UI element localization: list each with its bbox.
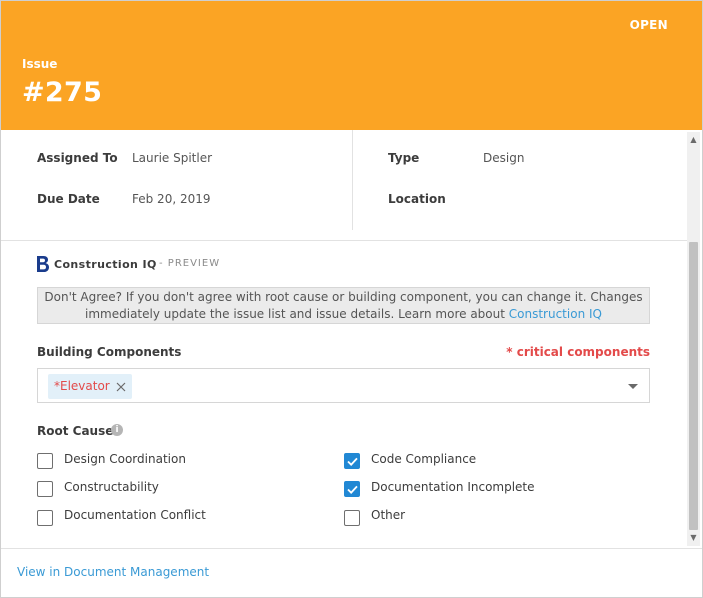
construction-iq-note: Don't Agree? If you don't agree with roo… [37,287,650,324]
building-components-label: Building Components [37,345,182,359]
documentation-incomplete-label[interactable]: Documentation Incomplete [371,480,535,494]
view-in-document-management-link[interactable]: View in Document Management [17,565,209,579]
constructability-label[interactable]: Constructability [64,480,159,494]
type-label: Type [388,151,420,165]
other-label[interactable]: Other [371,508,405,522]
documentation-conflict-checkbox[interactable] [37,510,53,526]
component-tag: *Elevator [48,374,132,399]
critical-components-note: * critical components [506,345,650,359]
root-cause-label: Root Cause [37,424,114,438]
checkmark-icon [347,485,358,494]
constructability-checkbox[interactable] [37,481,53,497]
construction-iq-logo-icon [37,256,49,272]
note-line-2: immediately update the issue list and is… [38,306,649,323]
other-checkbox[interactable] [344,510,360,526]
due-date-label: Due Date [37,192,100,206]
construction-iq-title: Construction IQ [54,258,157,271]
construction-iq-link[interactable]: Construction IQ [509,307,602,321]
issue-panel: OPEN Issue #275 Assigned To Laurie Spitl… [0,0,703,598]
design-coordination-label[interactable]: Design Coordination [64,452,186,466]
vertical-scrollbar[interactable]: ▲ ▼ [687,132,700,546]
issue-header: OPEN Issue #275 [1,1,702,130]
note-line-1: Don't Agree? If you don't agree with roo… [44,290,643,304]
design-coordination-checkbox[interactable] [37,453,53,469]
documentation-conflict-label[interactable]: Documentation Conflict [64,508,206,522]
assigned-to-label: Assigned To [37,151,118,165]
documentation-incomplete-checkbox[interactable] [344,481,360,497]
chevron-down-icon[interactable] [628,384,638,389]
preview-tag: - PREVIEW [159,258,221,269]
scrollbar-thumb[interactable] [689,242,698,530]
building-components-select[interactable]: *Elevator [37,368,650,403]
close-icon[interactable] [116,382,126,392]
assigned-to-value[interactable]: Laurie Spitler [132,151,212,165]
info-icon[interactable]: i [111,424,123,436]
issue-details: Assigned To Laurie Spitler Due Date Feb … [1,130,687,241]
issue-body-scroll-area[interactable]: Assigned To Laurie Spitler Due Date Feb … [1,130,702,548]
panel-footer: View in Document Management [1,548,702,597]
type-value[interactable]: Design [483,151,524,165]
due-date-value[interactable]: Feb 20, 2019 [132,192,211,206]
status-badge: OPEN [629,18,668,32]
checkmark-icon [347,457,358,466]
code-compliance-label[interactable]: Code Compliance [371,452,476,466]
component-tag-label: *Elevator [54,379,110,393]
scroll-up-arrow-icon[interactable]: ▲ [687,134,700,146]
scroll-down-arrow-icon[interactable]: ▼ [687,532,700,544]
details-divider [352,130,353,230]
note-line-2-text: immediately update the issue list and is… [85,307,509,321]
issue-number: #275 [22,77,103,108]
code-compliance-checkbox[interactable] [344,453,360,469]
issue-label: Issue [22,57,58,71]
location-label: Location [388,192,446,206]
